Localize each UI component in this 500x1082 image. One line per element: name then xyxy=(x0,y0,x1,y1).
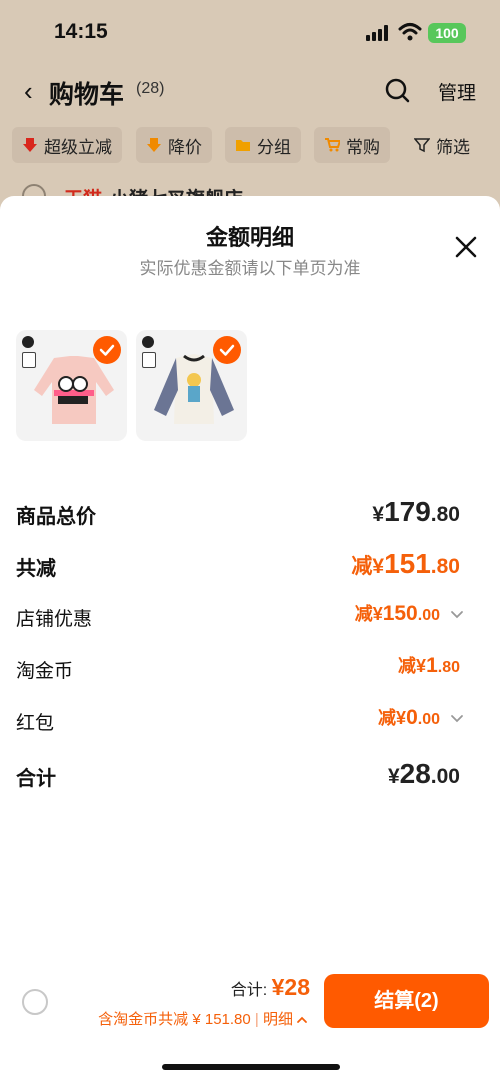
total-value: ¥28.00 xyxy=(387,758,460,789)
selected-check-icon[interactable] xyxy=(93,336,121,364)
filter-button[interactable]: 筛选 xyxy=(408,127,476,163)
close-icon[interactable] xyxy=(455,236,477,258)
sheet-subtitle: 实际优惠金额请以下单页为准 xyxy=(139,259,361,278)
down-arrow-orange-icon xyxy=(147,138,161,152)
total-label: 合计 xyxy=(16,768,56,790)
product-thumbnail[interactable] xyxy=(136,330,247,441)
status-bar: 14:15 100 xyxy=(0,0,500,66)
filter-chips: 超级立减 降价 分组 常购 筛选 xyxy=(0,122,500,168)
total-discount-label: 共减 xyxy=(16,558,56,580)
row-red-packet[interactable]: 红包 减¥0.00 xyxy=(16,704,464,740)
savings-line: 含淘金币共减 ¥ 151.80 | 明细 xyxy=(98,1008,308,1029)
wifi-icon xyxy=(398,23,422,41)
savings-text: 含淘金币共减 ¥ 151.80 xyxy=(98,1011,251,1028)
product-thumbnails xyxy=(16,330,316,442)
back-icon[interactable]: ‹ xyxy=(24,78,33,104)
checkout-total-label: 合计: xyxy=(230,982,268,999)
battery-indicator: 100 xyxy=(428,23,466,43)
filter-super-discount[interactable]: 超级立减 xyxy=(12,127,122,163)
folder-icon xyxy=(236,140,250,151)
coins-label: 淘金币 xyxy=(16,661,74,682)
home-indicator xyxy=(162,1064,340,1070)
checkout-bar: 合计: ¥28 含淘金币共减 ¥ 151.80 | 明细 结算(2) xyxy=(0,960,500,1082)
filter-label: 常购 xyxy=(346,137,380,157)
select-all-radio[interactable] xyxy=(22,989,48,1015)
checkout-total-value: ¥28 xyxy=(271,974,310,1000)
subtotal-value: ¥179.80 xyxy=(372,496,460,527)
row-shop-discount[interactable]: 店铺优惠 减¥150.00 xyxy=(16,600,464,636)
checkout-total: 合计: ¥28 xyxy=(231,974,310,1001)
chevron-down-icon[interactable] xyxy=(450,610,464,620)
manage-button[interactable]: 管理 xyxy=(438,78,476,105)
filter-icon xyxy=(414,138,430,153)
page-title: 购物车 xyxy=(49,81,125,109)
row-subtotal: 商品总价 ¥179.80 xyxy=(16,496,464,532)
subtotal-label: 商品总价 xyxy=(16,506,96,528)
cellular-signal-icon xyxy=(366,25,390,41)
filter-label: 分组 xyxy=(257,137,291,157)
cart-navbar: ‹ 购物车 (28) 管理 xyxy=(0,66,500,116)
selected-check-icon[interactable] xyxy=(213,336,241,364)
row-coins: 淘金币 减¥1.80 xyxy=(16,652,464,688)
cart-count: (28) xyxy=(136,80,165,97)
red-packet-label: 红包 xyxy=(16,713,55,734)
brand-logo-icon xyxy=(22,336,34,348)
chevron-down-icon[interactable] xyxy=(450,714,464,724)
filter-price-drop[interactable]: 降价 xyxy=(136,127,212,163)
coins-value: 减¥1.80 xyxy=(398,654,460,677)
red-packet-value: 减¥0.00 xyxy=(378,706,440,729)
cart-icon xyxy=(325,138,340,152)
brand-logo-icon xyxy=(142,336,154,348)
total-discount-value: 减¥151.80 xyxy=(351,548,460,579)
search-icon[interactable] xyxy=(384,77,410,103)
filter-group[interactable]: 分组 xyxy=(225,127,301,163)
chevron-up-icon xyxy=(297,1016,307,1023)
row-total-discount: 共减 减¥151.80 xyxy=(16,548,464,584)
filter-label: 降价 xyxy=(168,137,202,157)
filter-label: 筛选 xyxy=(436,137,470,157)
pink-shirt-image xyxy=(34,356,114,424)
shop-discount-value: 减¥150.00 xyxy=(354,602,440,625)
sheet-title: 金额明细 xyxy=(205,225,294,250)
detail-toggle[interactable]: 明细 xyxy=(263,1011,308,1028)
down-arrow-red-icon xyxy=(23,138,37,152)
detail-label: 明细 xyxy=(262,1011,293,1028)
filter-frequent[interactable]: 常购 xyxy=(314,127,390,163)
checkout-button[interactable]: 结算(2) xyxy=(324,974,489,1028)
status-time: 14:15 xyxy=(54,20,108,43)
filter-label: 超级立减 xyxy=(44,137,112,157)
row-total: 合计 ¥28.00 xyxy=(16,758,464,794)
product-thumbnail[interactable] xyxy=(16,330,127,441)
shop-discount-label: 店铺优惠 xyxy=(16,609,93,630)
amount-detail-sheet: 金额明细 实际优惠金额请以下单页为准 商品总价 ¥179.80 共减 减¥151… xyxy=(0,196,500,1082)
